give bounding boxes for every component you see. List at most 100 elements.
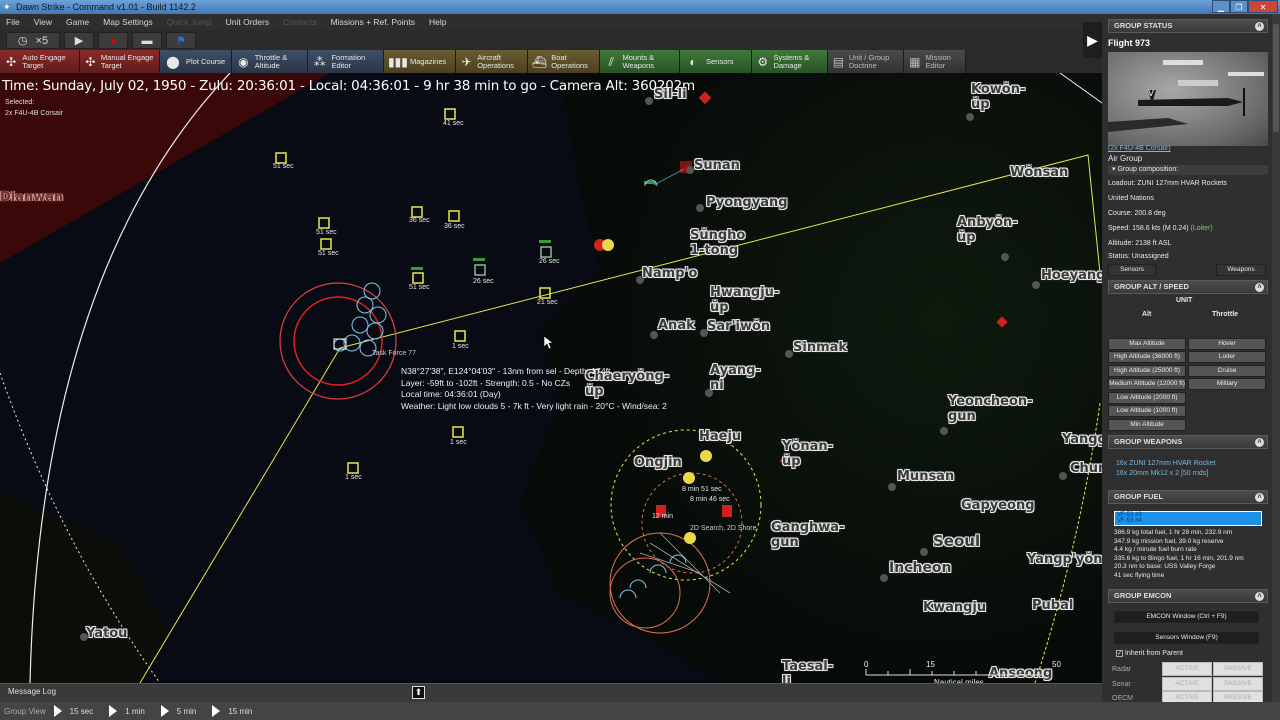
unit-group-doctrine-button[interactable]: ▤ Unit / Group Doctrine <box>828 50 904 73</box>
city-hoeyang: Hoeyang <box>1041 268 1102 283</box>
collapse-icon[interactable]: ˄ <box>1255 22 1264 31</box>
group-view-15min[interactable]: 15 min <box>212 705 252 717</box>
collapse-icon[interactable]: ˄ <box>1255 283 1264 292</box>
alt-max-button[interactable]: Max Altitude <box>1108 338 1186 350</box>
group-emcon-header[interactable]: GROUP EMCON ˄ <box>1108 589 1268 603</box>
window-title: Dawn Strike - Command v1.01 - Build 1142… <box>16 2 196 12</box>
systems-damage-button[interactable]: ⚙ Systems & Damage <box>752 50 828 73</box>
throttle-loiter-button[interactable]: Loiter <box>1188 351 1266 363</box>
weapon-item[interactable]: 16x ZUNI 127mm HVAR Rocket <box>1116 460 1215 467</box>
panel-scrollbar[interactable] <box>1272 14 1280 702</box>
mission-editor-button[interactable]: ▦ Mission Editor <box>904 50 966 73</box>
radar-passive-button[interactable]: PASSIVE <box>1213 662 1263 676</box>
alt-min-button[interactable]: Min Altitude <box>1108 419 1186 431</box>
menu-file[interactable]: File <box>6 17 20 27</box>
alt-low-2000-button[interactable]: Low Altitude (2000 ft) <box>1108 392 1186 404</box>
radar-active-button[interactable]: ACTIVE <box>1162 662 1212 676</box>
ship-view-button[interactable]: ▬ <box>132 31 162 49</box>
alt-speed-header[interactable]: GROUP ALT / SPEED ˄ <box>1108 280 1268 294</box>
fuel-flying-time: 41 sec flying time <box>1114 571 1165 579</box>
expand-log-button[interactable]: ⬆ <box>412 686 425 699</box>
altitude: Altitude: 2138 ft ASL <box>1108 240 1172 247</box>
group-view-1min[interactable]: 1 min <box>109 705 145 717</box>
manual-engage-target-button[interactable]: ✣ Manual Engage Target <box>80 50 160 73</box>
weapon-item[interactable]: 16x 20mm Mk12 x 2 [50 rnds] <box>1116 470 1208 477</box>
city-dot <box>888 483 896 491</box>
menu-quick-jump[interactable]: Quick Jump <box>167 17 212 27</box>
throttle-cruise-button[interactable]: Cruise <box>1188 365 1266 377</box>
status-line: Time: Sunday, July 02, 1950 - Zulu: 20:3… <box>2 78 695 94</box>
tactical-map[interactable]: Time: Sunday, July 02, 1950 - Zulu: 20:3… <box>0 73 1102 683</box>
menu-unit-orders[interactable]: Unit Orders <box>226 17 269 27</box>
course: Course: 200.8 deg <box>1108 210 1166 217</box>
oecm-passive-button[interactable]: PASSIVE <box>1213 691 1263 702</box>
scrollbar-thumb[interactable] <box>1273 24 1279 132</box>
target-icon: ✣ <box>6 54 17 69</box>
minimize-button[interactable]: ▁ <box>1212 0 1230 13</box>
unit-label: UNIT <box>1176 297 1193 304</box>
fuel-aircraft-list[interactable]: VF-53 #3 VF-53 #4 <box>1114 511 1262 526</box>
map-scale: 0 15 50 Nautical miles <box>864 660 1064 683</box>
city-dot <box>636 276 644 284</box>
menu-view[interactable]: View <box>34 17 52 27</box>
aircraft-photo: V <box>1108 52 1268 146</box>
task-force-ring-outer <box>279 282 397 400</box>
mounts-weapons-button[interactable]: ⫽ Mounts & Weapons <box>600 50 680 73</box>
sensors-button[interactable]: ◐ Sensors <box>680 50 752 73</box>
group-fuel-header[interactable]: GROUP FUEL ˄ <box>1108 490 1268 504</box>
throttle-altitude-button[interactable]: ◉ Throttle & Altitude <box>232 50 308 73</box>
throttle-military-button[interactable]: Military <box>1188 378 1266 390</box>
emcon-window-button[interactable]: EMCON Window (Ctrl + F9) <box>1114 611 1259 623</box>
panel-toggle-button[interactable]: ▶ <box>1083 22 1102 58</box>
unit-link[interactable]: (2x F4U-4B Corsair) <box>1108 145 1171 152</box>
sonar-active-button[interactable]: ACTIVE <box>1162 677 1212 691</box>
time-compression-button[interactable]: ◷ ×5 <box>6 31 60 49</box>
weapons-panel-button[interactable]: Weapons <box>1216 264 1266 276</box>
restore-button[interactable]: ❐ <box>1230 0 1248 13</box>
inherit-from-parent[interactable]: ✓ Inherit from Parent <box>1116 650 1183 657</box>
formation-editor-button[interactable]: ⁂ Formation Editor <box>308 50 384 73</box>
group-status-header[interactable]: GROUP STATUS ˄ <box>1108 19 1268 33</box>
city-dot <box>920 548 928 556</box>
aircraft-operations-button[interactable]: ✈ Aircraft Operations <box>456 50 528 73</box>
alt-high-36000-button[interactable]: High Altitude (36000 ft) <box>1108 351 1186 363</box>
city-pubal: Pubal <box>1032 598 1074 613</box>
play-button[interactable]: ▶ <box>64 31 94 49</box>
sonar-passive-button[interactable]: PASSIVE <box>1213 677 1263 691</box>
contact-markers <box>275 108 551 474</box>
scale-tick-0: 0 <box>864 660 869 669</box>
record-button[interactable]: ● <box>98 31 128 49</box>
alt-low-1000-button[interactable]: Low Altitude (1000 ft) <box>1108 405 1186 417</box>
close-button[interactable]: ✕ <box>1248 0 1278 13</box>
menu-contacts[interactable]: Contacts <box>283 17 317 27</box>
contact-label: 36 sec <box>409 217 430 224</box>
collapse-icon[interactable]: ˄ <box>1255 493 1264 502</box>
sensors-window-button[interactable]: Sensors Window (F9) <box>1114 632 1259 644</box>
flag-button[interactable]: ⚑ <box>166 31 196 49</box>
menu-game[interactable]: Game <box>66 17 89 27</box>
plot-course-button[interactable]: ⬤ Plot Course <box>160 50 232 73</box>
sensors-panel-button[interactable]: Sensors <box>1108 264 1156 276</box>
menu-help[interactable]: Help <box>429 17 446 27</box>
group-view-5min[interactable]: 5 min <box>160 705 196 717</box>
collapse-icon[interactable]: ˄ <box>1255 592 1264 601</box>
alt-high-25000-button[interactable]: High Altitude (25000 ft) <box>1108 365 1186 377</box>
group-weapons-header[interactable]: GROUP WEAPONS ˄ <box>1108 435 1268 449</box>
menu-missions[interactable]: Missions + Ref. Points <box>331 17 415 27</box>
clock-icon: ◷ <box>17 34 28 47</box>
group-label: 8 min 46 sec <box>690 496 730 503</box>
city-ganghwa: Ganghwa-gun <box>771 520 845 550</box>
auto-engage-target-button[interactable]: ✣ Auto Engage Target <box>0 50 80 73</box>
group-composition-toggle[interactable]: ▾ Group composition: <box>1108 165 1268 175</box>
oecm-active-button[interactable]: ACTIVE <box>1162 691 1212 702</box>
checkbox-checked-icon[interactable]: ✓ <box>1116 650 1123 657</box>
collapse-icon[interactable]: ˄ <box>1255 438 1264 447</box>
group-view-15sec[interactable]: 15 sec <box>53 705 93 717</box>
fuel-aircraft-item[interactable]: VF-53 #4 <box>1117 518 1142 524</box>
message-log-bar[interactable]: Message Log ⬆ <box>0 683 1102 702</box>
throttle-hover-button[interactable]: Hover <box>1188 338 1266 350</box>
menu-map-settings[interactable]: Map Settings <box>103 17 153 27</box>
boat-operations-button[interactable]: ⛴ Boat Operations <box>528 50 600 73</box>
alt-medium-button[interactable]: Medium Altitude (12000 ft) <box>1108 378 1186 390</box>
magazines-button[interactable]: ▮▮▮ Magazines <box>384 50 456 73</box>
